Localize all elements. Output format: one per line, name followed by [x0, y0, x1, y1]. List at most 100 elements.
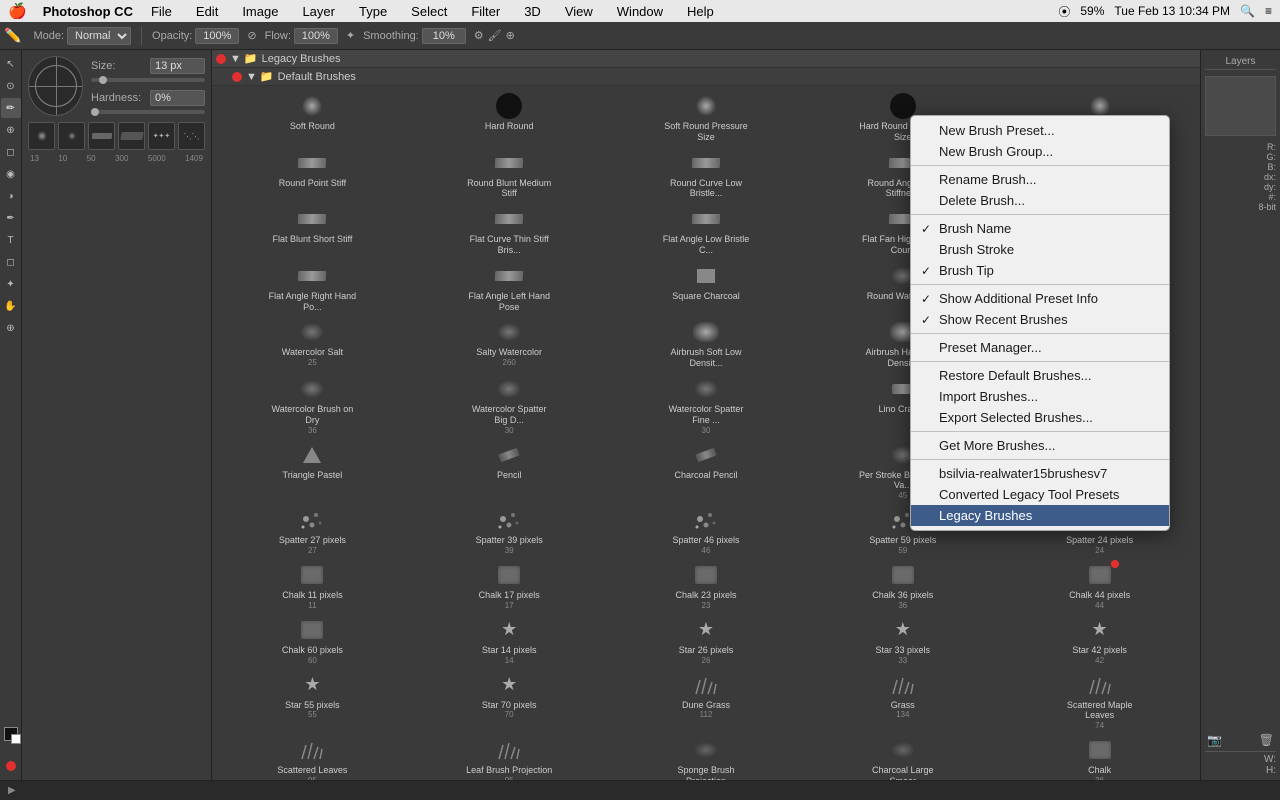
legacy-brushes-folder[interactable]: ▼ 📁 Legacy Brushes [212, 50, 1200, 68]
brush-item[interactable]: Charcoal Large Smear36 [804, 732, 1001, 780]
menu-item-new-brush-preset---[interactable]: New Brush Preset... [911, 120, 1169, 141]
menu-item-show-recent-brushes[interactable]: ✓Show Recent Brushes [911, 309, 1169, 330]
brush-item[interactable]: Grass134 [804, 667, 1001, 733]
menu-file[interactable]: File [145, 4, 178, 19]
delete-layer-icon[interactable]: 🗑 [1259, 733, 1274, 747]
bottom-arrow[interactable]: ▶ [8, 785, 16, 796]
dodge-tool[interactable]: ◑ [1, 186, 21, 206]
menu-item-brush-tip[interactable]: ✓Brush Tip [911, 260, 1169, 281]
brush-item[interactable]: Watercolor Spatter Fine ...30 [608, 371, 805, 437]
foreground-color[interactable] [1, 724, 21, 744]
brush-item[interactable]: Flat Angle Left Hand Pose [411, 258, 608, 315]
menu-select[interactable]: Select [405, 4, 453, 19]
brush-item[interactable]: Spatter 46 pixels46 [608, 502, 805, 557]
menu-item-restore-default-brushes---[interactable]: Restore Default Brushes... [911, 365, 1169, 386]
paint-icon[interactable]: 🖌 [488, 29, 502, 42]
eyedropper-tool[interactable]: ✦ [1, 274, 21, 294]
notification-icon[interactable]: ≡ [1265, 4, 1272, 18]
airbrush-icon[interactable]: ✦ [346, 29, 355, 42]
brush-item[interactable]: Chalk 11 pixels11 [214, 557, 411, 612]
brush-item[interactable]: Chalk 17 pixels17 [411, 557, 608, 612]
camera-icon[interactable]: 📷 [1207, 733, 1222, 747]
menu-item-show-additional-preset-info[interactable]: ✓Show Additional Preset Info [911, 288, 1169, 309]
brush-item[interactable]: Spatter 39 pixels39 [411, 502, 608, 557]
brush-item[interactable]: Chalk 44 pixels44 [1001, 557, 1198, 612]
brush-item[interactable]: Chalk 60 pixels60 [214, 612, 411, 667]
quick-preset-2[interactable] [88, 122, 115, 150]
brush-tool[interactable]: ✏ [1, 98, 21, 118]
menu-item-rename-brush---[interactable]: Rename Brush... [911, 169, 1169, 190]
brush-item[interactable]: Chalk 23 pixels23 [608, 557, 805, 612]
brush-item[interactable]: Leaf Brush Projection95 [411, 732, 608, 780]
menu-item-brush-stroke[interactable]: Brush Stroke [911, 239, 1169, 260]
brush-item[interactable]: Chalk36 [1001, 732, 1198, 780]
brush-item[interactable]: ★Star 42 pixels42 [1001, 612, 1198, 667]
menu-item-export-selected-brushes---[interactable]: Export Selected Brushes... [911, 407, 1169, 428]
brush-item[interactable]: ★Star 33 pixels33 [804, 612, 1001, 667]
opacity-value[interactable]: 100% [195, 28, 239, 44]
menu-view[interactable]: View [559, 4, 599, 19]
hardness-slider[interactable] [91, 110, 205, 114]
menu-window[interactable]: Window [611, 4, 669, 19]
menu-item-legacy-brushes[interactable]: Legacy Brushes [911, 505, 1169, 526]
menu-layer[interactable]: Layer [296, 4, 341, 19]
brush-item[interactable]: Watercolor Salt25 [214, 314, 411, 371]
clone-tool[interactable]: ⊕ [1, 120, 21, 140]
brush-item[interactable]: Square Charcoal [608, 258, 805, 315]
menu-3d[interactable]: 3D [518, 4, 547, 19]
brush-item[interactable]: ★Star 55 pixels55 [214, 667, 411, 733]
brush-item[interactable]: Round Curve Low Bristle... [608, 145, 805, 202]
brush-item[interactable]: Soft Round Pressure Size [608, 88, 805, 145]
size-input[interactable]: 13 px [150, 58, 205, 74]
hardness-input[interactable]: 0% [150, 90, 205, 106]
size-slider[interactable] [91, 78, 205, 82]
menu-item-converted-legacy-tool-presets[interactable]: Converted Legacy Tool Presets [911, 484, 1169, 505]
menu-image[interactable]: Image [236, 4, 284, 19]
pressure-icon[interactable]: ⊘ [247, 29, 256, 42]
brush-item[interactable]: Soft Round [214, 88, 411, 145]
brush-item[interactable]: Watercolor Brush on Dry36 [214, 371, 411, 437]
brush-item[interactable]: Sponge Brush Projection90 [608, 732, 805, 780]
brush-item[interactable]: Salty Watercolor260 [411, 314, 608, 371]
brush-item[interactable]: Flat Blunt Short Stiff [214, 201, 411, 258]
brush-item[interactable]: Chalk 36 pixels36 [804, 557, 1001, 612]
brush-item[interactable]: Dune Grass112 [608, 667, 805, 733]
eraser-tool[interactable]: ◻ [1, 142, 21, 162]
menu-type[interactable]: Type [353, 4, 393, 19]
brush-item[interactable]: Flat Angle Right Hand Po... [214, 258, 411, 315]
angle-icon[interactable]: ⊕ [506, 29, 515, 42]
brush-item[interactable]: Round Blunt Medium Stiff [411, 145, 608, 202]
menu-filter[interactable]: Filter [465, 4, 506, 19]
settings-icon[interactable]: ⚙ [474, 29, 484, 42]
brush-item[interactable]: Spatter 27 pixels27 [214, 502, 411, 557]
brush-item[interactable]: ★Star 14 pixels14 [411, 612, 608, 667]
apple-menu[interactable]: 🍎 [8, 2, 27, 20]
shape-tool[interactable]: ◻ [1, 252, 21, 272]
menu-item-import-brushes---[interactable]: Import Brushes... [911, 386, 1169, 407]
brush-item[interactable]: Flat Angle Low Bristle C... [608, 201, 805, 258]
brush-item[interactable]: Charcoal Pencil [608, 437, 805, 503]
quick-preset-1[interactable] [58, 122, 85, 150]
brush-item[interactable]: Scattered Leaves95 [214, 732, 411, 780]
brush-item[interactable]: Airbrush Soft Low Densit... [608, 314, 805, 371]
type-tool[interactable]: T [1, 230, 21, 250]
search-icon[interactable]: 🔍 [1240, 4, 1255, 18]
brush-item[interactable]: ★Star 26 pixels26 [608, 612, 805, 667]
flow-value[interactable]: 100% [294, 28, 338, 44]
menu-help[interactable]: Help [681, 4, 720, 19]
brush-item[interactable]: Triangle Pastel [214, 437, 411, 503]
lasso-tool[interactable]: ⊙ [1, 76, 21, 96]
menu-item-get-more-brushes---[interactable]: Get More Brushes... [911, 435, 1169, 456]
menu-item-new-brush-group---[interactable]: New Brush Group... [911, 141, 1169, 162]
brush-item[interactable]: Round Point Stiff [214, 145, 411, 202]
hand-tool[interactable]: ✋ [1, 296, 21, 316]
menu-item-preset-manager---[interactable]: Preset Manager... [911, 337, 1169, 358]
brush-item[interactable]: Pencil [411, 437, 608, 503]
brush-item[interactable]: Flat Curve Thin Stiff Bris... [411, 201, 608, 258]
brush-item[interactable]: ★Star 70 pixels70 [411, 667, 608, 733]
menu-edit[interactable]: Edit [190, 4, 224, 19]
quick-preset-5[interactable]: ⋱⋱ [178, 122, 205, 150]
brush-item[interactable]: Scattered Maple Leaves74 [1001, 667, 1198, 733]
quick-preset-4[interactable]: ✦✦✦ [148, 122, 175, 150]
brush-tool-icon[interactable]: ✏️ [4, 27, 21, 44]
